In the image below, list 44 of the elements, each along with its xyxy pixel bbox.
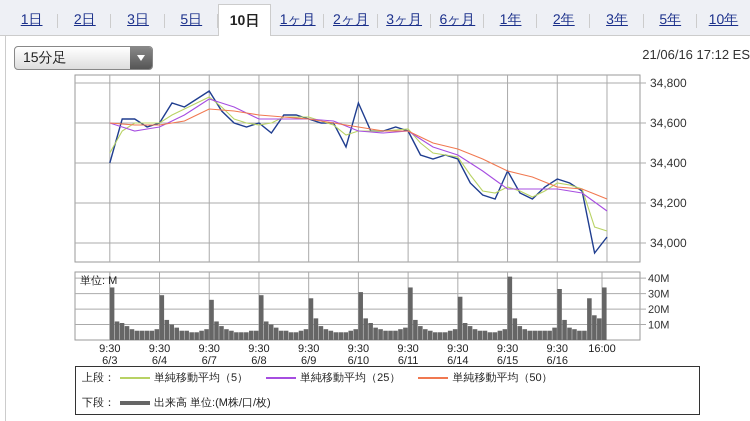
period-tab[interactable]: 3日 xyxy=(111,5,165,35)
period-tab[interactable]: 5年 xyxy=(644,5,697,35)
legend-label: 下段： xyxy=(82,396,116,410)
axis-label: 40M xyxy=(648,273,670,286)
legend-label: 上段： xyxy=(82,371,116,385)
period-tab[interactable]: 6ヶ月 xyxy=(430,5,484,35)
axis-label: 9:30 6/3 xyxy=(99,343,121,366)
caret-icon xyxy=(137,55,145,61)
axis-label: 9:30 6/4 xyxy=(148,343,170,366)
legend-text: 単純移動平均（50） xyxy=(452,371,553,385)
legend-text: 出来高 単位:(M株/口/枚) xyxy=(154,396,271,410)
period-tab[interactable]: 10日 xyxy=(218,4,272,36)
timestamp: 21/06/16 17:12 ES xyxy=(642,46,750,62)
axis-label: 34,400 xyxy=(650,156,687,170)
axis-label: 9:30 6/15 xyxy=(496,343,518,366)
axis-label: 34,000 xyxy=(650,236,687,250)
period-tab[interactable]: 1ヶ月 xyxy=(271,5,324,35)
axis-label: 9:30 6/8 xyxy=(248,343,270,366)
period-tab[interactable]: 3年 xyxy=(590,5,644,35)
axis-label: 9:30 6/7 xyxy=(198,343,220,366)
period-tab[interactable]: 2年 xyxy=(537,5,590,35)
period-tab[interactable]: 5日 xyxy=(164,5,218,35)
period-tab[interactable]: 1年 xyxy=(484,5,538,35)
period-tab[interactable]: 3ヶ月 xyxy=(378,5,431,35)
legend-text: 単純移動平均（25） xyxy=(300,371,400,385)
axis-label: 9:30 6/14 xyxy=(447,343,469,366)
axis-label: 34,800 xyxy=(650,76,687,90)
period-tab[interactable]: 1日 xyxy=(5,5,58,35)
period-tab[interactable]: 2日 xyxy=(58,5,112,35)
axis-label: 20M xyxy=(648,304,670,316)
period-tab[interactable]: 2ヶ月 xyxy=(324,5,378,35)
unit-label: 単位: M xyxy=(80,275,118,287)
period-tab[interactable]: 10年 xyxy=(696,5,750,35)
axis-label: 30M xyxy=(648,288,670,301)
interval-dropdown[interactable]: 15分足 xyxy=(14,46,153,70)
axis-label: 9:30 6/16 xyxy=(546,343,568,366)
legend-text: 単純移動平均（5） xyxy=(154,371,248,385)
axis-label: 9:30 6/11 xyxy=(397,343,419,366)
axis-label: 34,600 xyxy=(650,116,687,130)
axis-label: 10M xyxy=(648,320,670,332)
axis-label: 34,200 xyxy=(650,196,687,210)
axis-label: 9:30 6/9 xyxy=(298,343,320,366)
axis-label: 9:30 6/10 xyxy=(348,343,370,366)
axis-label: 16:00 xyxy=(588,343,616,355)
